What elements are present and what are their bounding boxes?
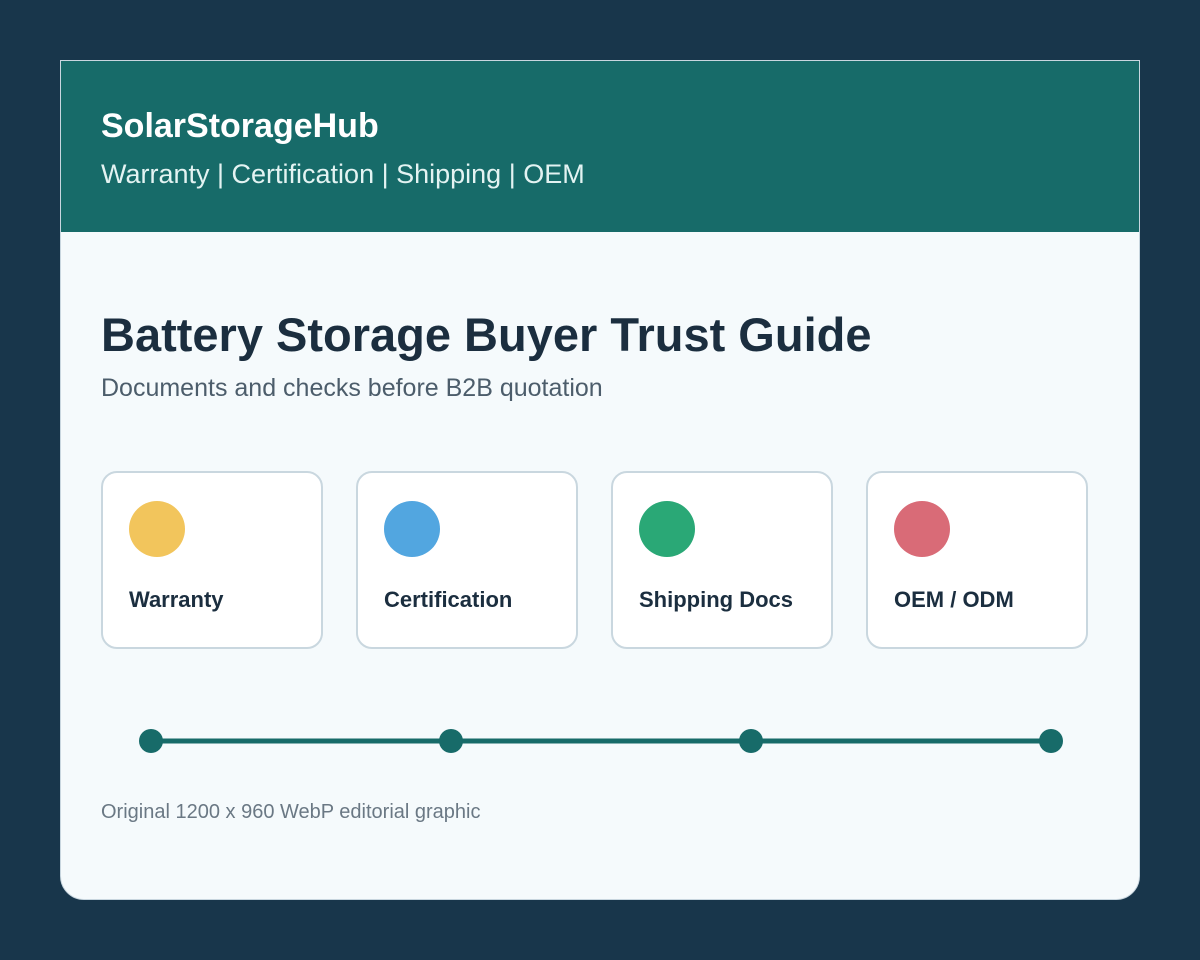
certification-dot-icon — [384, 501, 440, 557]
page-subtitle: Documents and checks before B2B quotatio… — [101, 374, 603, 402]
oem-odm-label: OEM / ODM — [894, 587, 1014, 612]
warranty-label: Warranty — [129, 587, 224, 612]
timeline-step-dot — [139, 729, 163, 753]
shipping-docs-card: Shipping Docs — [611, 471, 833, 649]
brand-name: SolarStorageHub — [101, 107, 379, 145]
warranty-dot-icon — [129, 501, 185, 557]
certification-card: Certification — [356, 471, 578, 649]
timeline-step-dot — [439, 729, 463, 753]
footer-note: Original 1200 x 960 WebP editorial graph… — [101, 801, 481, 823]
warranty-card: Warranty — [101, 471, 323, 649]
brand-tagline: Warranty | Certification | Shipping | OE… — [101, 159, 585, 189]
header-banner: SolarStorageHub Warranty | Certification… — [61, 61, 1139, 232]
timeline-step-dot — [1039, 729, 1063, 753]
page-title: Battery Storage Buyer Trust Guide — [101, 308, 872, 361]
guide-card: SolarStorageHub Warranty | Certification… — [60, 60, 1140, 900]
timeline-step-dot — [739, 729, 763, 753]
progress-timeline — [139, 729, 1063, 753]
certification-label: Certification — [384, 587, 513, 612]
shipping-docs-label: Shipping Docs — [639, 587, 793, 612]
oem-odm-dot-icon — [894, 501, 950, 557]
oem-odm-card: OEM / ODM — [866, 471, 1088, 649]
shipping-docs-dot-icon — [639, 501, 695, 557]
